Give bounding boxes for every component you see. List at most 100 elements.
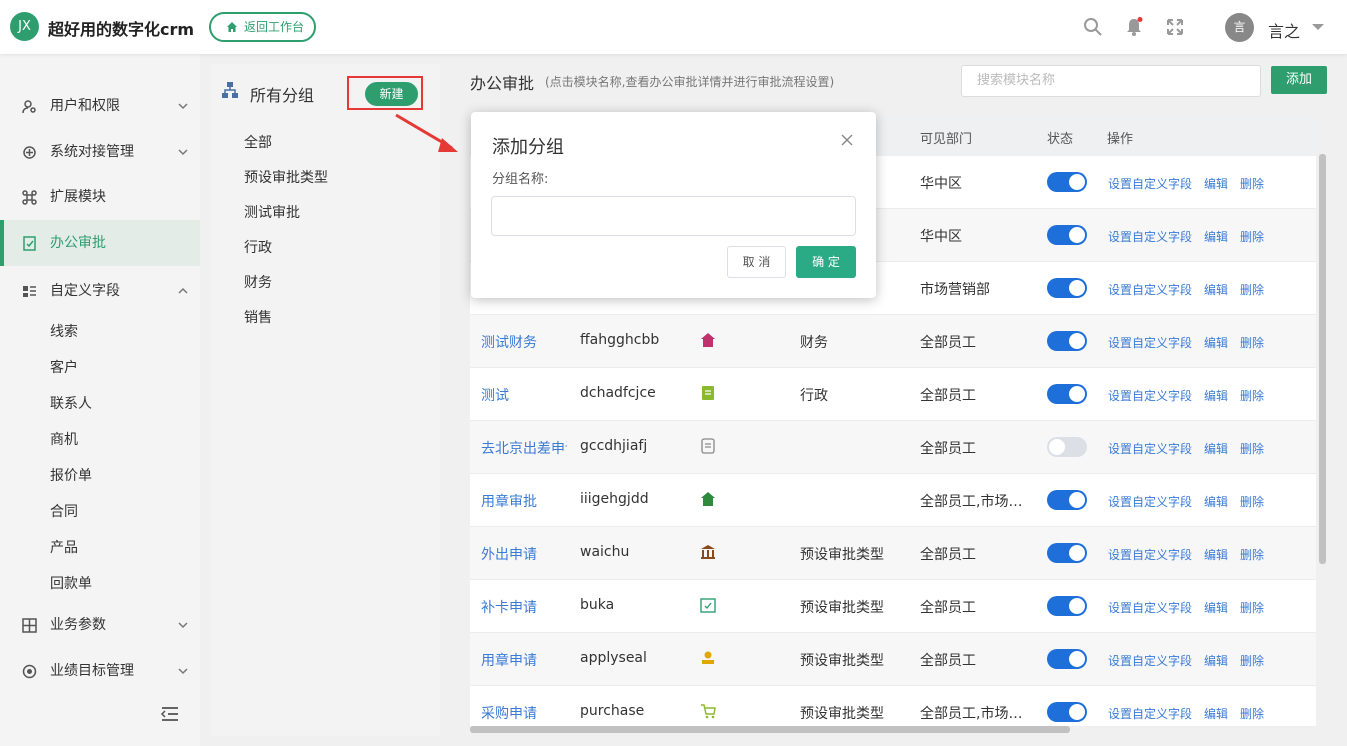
set-custom-fields-link[interactable]: 设置自定义字段 [1108,599,1192,616]
set-custom-fields-link[interactable]: 设置自定义字段 [1108,546,1192,563]
set-custom-fields-link[interactable]: 设置自定义字段 [1108,387,1192,404]
sidebar-subitem[interactable]: 产品 [50,537,78,557]
fullscreen-icon[interactable] [1165,17,1185,37]
horizontal-scrollbar[interactable] [470,726,1070,733]
group-item[interactable]: 行政 [244,237,272,257]
annotation-arrow [395,113,458,152]
sidebar-subitem[interactable]: 客户 [50,357,78,377]
module-name-link[interactable]: 采购申请 [481,703,567,723]
set-custom-fields-link[interactable]: 设置自定义字段 [1108,175,1192,192]
module-name-link[interactable]: 测试财务 [481,332,567,352]
module-code: buka [580,597,615,613]
edit-link[interactable]: 编辑 [1204,599,1228,616]
status-toggle[interactable] [1047,437,1087,457]
clipboard-icon [702,386,714,400]
status-toggle[interactable] [1047,702,1087,722]
sidebar-subitem[interactable]: 商机 [50,429,78,449]
list-icon [23,286,36,297]
status-toggle[interactable] [1047,172,1087,192]
status-toggle[interactable] [1047,225,1087,245]
sidebar-item-users[interactable]: 用户和权限 [0,83,200,129]
set-custom-fields-link[interactable]: 设置自定义字段 [1108,652,1192,669]
delete-link[interactable]: 删除 [1240,334,1264,351]
sidebar-subitem[interactable]: 回款单 [50,573,92,593]
group-item[interactable]: 全部 [244,132,272,152]
search-input[interactable]: 搜索模块名称 [961,65,1261,97]
set-custom-fields-link[interactable]: 设置自定义字段 [1108,440,1192,457]
edit-link[interactable]: 编辑 [1204,652,1228,669]
sidebar-subitem[interactable]: 线索 [50,321,78,341]
module-code: applyseal [580,650,647,666]
avatar[interactable]: 言 [1225,13,1254,42]
delete-link[interactable]: 删除 [1240,599,1264,616]
delete-link[interactable]: 删除 [1240,705,1264,722]
set-custom-fields-link[interactable]: 设置自定义字段 [1108,334,1192,351]
confirm-button[interactable]: 确 定 [796,246,856,278]
module-name-link[interactable]: 用章审批 [481,491,567,511]
module-name-link[interactable]: 去北京出差申请 [481,438,567,458]
group-item[interactable]: 销售 [244,307,272,327]
status-toggle[interactable] [1047,331,1087,351]
delete-link[interactable]: 删除 [1240,281,1264,298]
sidebar-item-integration[interactable]: 系统对接管理 [0,129,200,175]
module-name-link[interactable]: 测试 [481,385,567,405]
module-name-link[interactable]: 用章申请 [481,650,567,670]
module-code: gccdhjiafj [580,438,648,454]
edit-link[interactable]: 编辑 [1204,705,1228,722]
sidebar-subitem[interactable]: 报价单 [50,465,92,485]
status-toggle[interactable] [1047,384,1087,404]
status-toggle[interactable] [1047,596,1087,616]
group-item[interactable]: 财务 [244,272,272,292]
sidebar-item-label: 办公审批 [50,235,106,251]
table-row: 补卡申请 buka 预设审批类型 全部员工 设置自定义字段 编辑 删除 [470,580,1316,633]
edit-link[interactable]: 编辑 [1204,493,1228,510]
edit-link[interactable]: 编辑 [1204,228,1228,245]
new-group-button[interactable]: 新建 [365,82,418,106]
set-custom-fields-link[interactable]: 设置自定义字段 [1108,228,1192,245]
bell-icon[interactable] [1124,17,1144,37]
module-name-link[interactable]: 补卡申请 [481,597,567,617]
set-custom-fields-link[interactable]: 设置自定义字段 [1108,281,1192,298]
edit-link[interactable]: 编辑 [1204,281,1228,298]
search-icon[interactable] [1083,17,1103,37]
back-to-workbench-button[interactable]: 返回工作台 [209,12,316,42]
close-icon[interactable] [841,134,853,146]
group-item[interactable]: 预设审批类型 [244,167,328,187]
vertical-scrollbar[interactable] [1319,154,1326,564]
sidebar-item-business-params[interactable]: 业务参数 [0,602,200,648]
delete-link[interactable]: 删除 [1240,387,1264,404]
edit-link[interactable]: 编辑 [1204,546,1228,563]
sidebar-item-targets[interactable]: 业绩目标管理 [0,648,200,694]
delete-link[interactable]: 删除 [1240,493,1264,510]
username[interactable]: 言之 [1268,18,1300,42]
add-button[interactable]: 添加 [1271,66,1327,94]
edit-link[interactable]: 编辑 [1204,440,1228,457]
module-name-link[interactable]: 外出申请 [481,544,567,564]
sidebar-subitem[interactable]: 合同 [50,501,78,521]
set-custom-fields-link[interactable]: 设置自定义字段 [1108,493,1192,510]
collapse-sidebar-icon[interactable] [160,705,180,723]
cancel-button[interactable]: 取 消 [727,246,786,278]
sidebar-item-extensions[interactable]: 扩展模块 [0,174,200,220]
group-name-input[interactable] [491,196,856,236]
delete-link[interactable]: 删除 [1240,175,1264,192]
status-toggle[interactable] [1047,278,1087,298]
group-item[interactable]: 测试审批 [244,202,300,222]
user-key-icon [22,100,36,114]
edit-link[interactable]: 编辑 [1204,387,1228,404]
sidebar-item-custom-fields[interactable]: 自定义字段 [0,268,200,314]
chevron-down-icon[interactable] [1312,24,1324,30]
visible-dept: 全部员工 [920,600,976,616]
delete-link[interactable]: 删除 [1240,546,1264,563]
edit-link[interactable]: 编辑 [1204,334,1228,351]
delete-link[interactable]: 删除 [1240,652,1264,669]
delete-link[interactable]: 删除 [1240,440,1264,457]
delete-link[interactable]: 删除 [1240,228,1264,245]
status-toggle[interactable] [1047,649,1087,669]
sidebar-item-office-approval[interactable]: 办公审批 [0,220,200,266]
set-custom-fields-link[interactable]: 设置自定义字段 [1108,705,1192,722]
status-toggle[interactable] [1047,543,1087,563]
status-toggle[interactable] [1047,490,1087,510]
sidebar-subitem[interactable]: 联系人 [50,393,92,413]
edit-link[interactable]: 编辑 [1204,175,1228,192]
